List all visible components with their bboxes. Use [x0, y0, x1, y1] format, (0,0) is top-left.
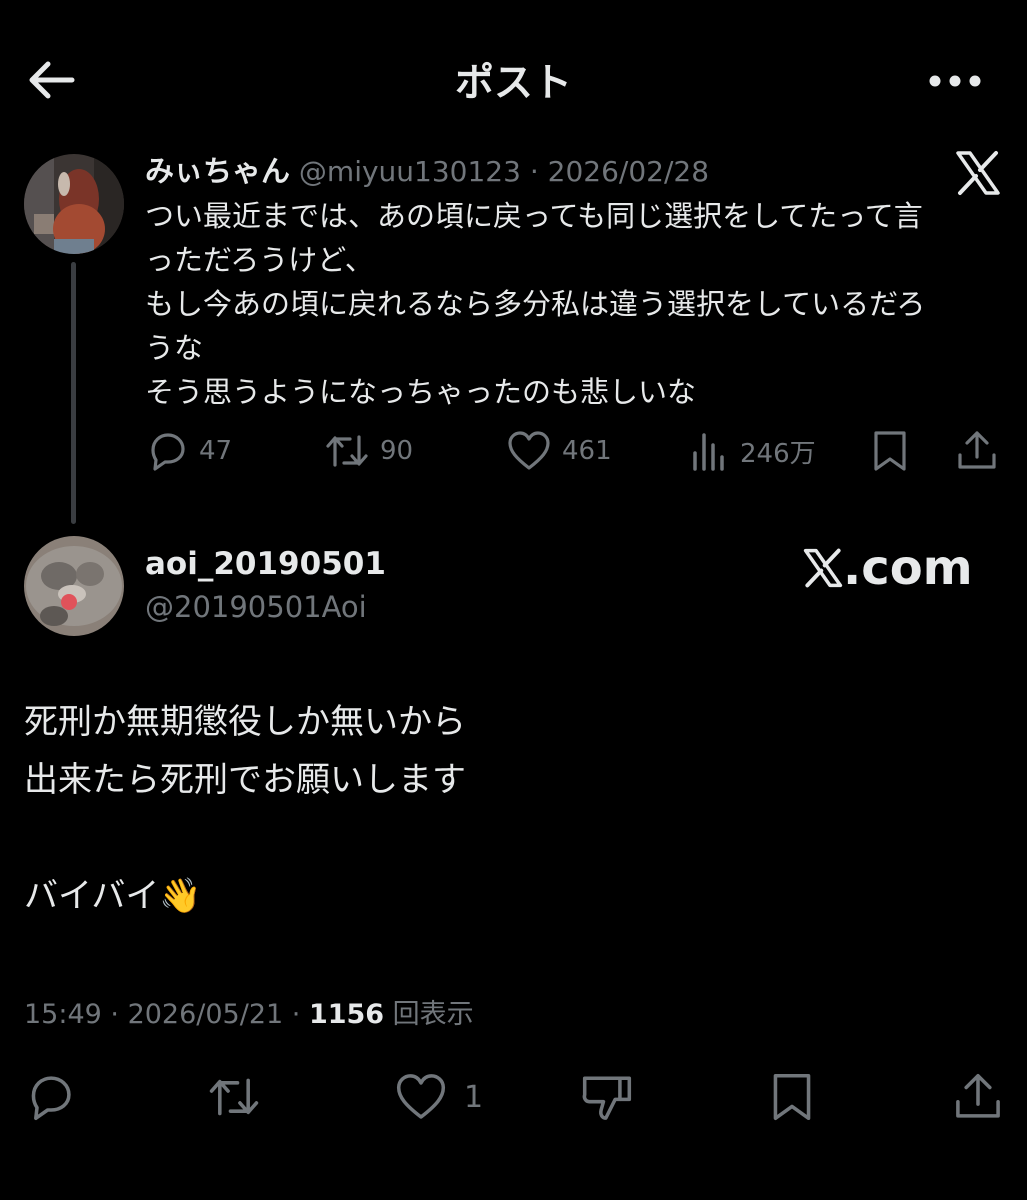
- quoted-display-name[interactable]: みぃちゃん: [145, 154, 290, 188]
- main-text-line: 出来たら死刑でお願いします: [24, 760, 466, 800]
- avatar-image-icon: [24, 154, 124, 254]
- x-logo-icon: [955, 150, 1001, 196]
- page-title: ポスト: [454, 61, 572, 106]
- share-icon: [958, 431, 996, 469]
- quoted-like-button[interactable]: 461: [506, 428, 612, 474]
- quoted-like-count: 461: [562, 436, 612, 466]
- main-text-line: バイバイ👋: [24, 876, 202, 916]
- main-text-line: 死刑か無期懲役しか無いから: [24, 702, 466, 742]
- quoted-handle[interactable]: @miyuu130123: [299, 155, 521, 188]
- views-icon: [693, 433, 724, 471]
- quoted-header: みぃちゃん @miyuu130123 · 2026/02/28: [145, 148, 709, 190]
- main-display-name[interactable]: aoi_20190501: [145, 546, 386, 582]
- main-text-line: [24, 809, 984, 867]
- meta-separator: ·: [283, 999, 309, 1030]
- reply-icon: [151, 433, 185, 471]
- quoted-text: つい最近までは、あの頃に戻っても同じ選択をしてたって言 っただろうけど、 もし今…: [145, 194, 1015, 414]
- bookmark-icon: [874, 431, 906, 471]
- main-metadata: 15:49 · 2026/05/21 · 1156 回表示: [24, 992, 474, 1031]
- meta-separator: ·: [101, 999, 128, 1030]
- view-count[interactable]: 1156: [309, 999, 384, 1030]
- like-icon: [396, 1074, 446, 1119]
- quoted-avatar[interactable]: [24, 154, 124, 254]
- main-avatar[interactable]: [24, 536, 124, 636]
- main-bookmark-button[interactable]: [768, 1070, 816, 1124]
- quoted-text-line: もし今あの頃に戻れるなら多分私は違う選択をしているだろ: [145, 287, 926, 321]
- quoted-views-button[interactable]: 246万: [690, 428, 816, 474]
- quoted-repost-button[interactable]: 90: [324, 428, 413, 474]
- quoted-view-count: 246万: [740, 438, 816, 469]
- main-like-button[interactable]: 1: [394, 1070, 483, 1124]
- main-text: 死刑か無期懲役しか無いから 出来たら死刑でお願いします バイバイ👋: [24, 693, 984, 925]
- main-like-count: 1: [464, 1079, 484, 1115]
- dislike-icon: [582, 1076, 632, 1120]
- quoted-text-line: そう思うようになっちゃったのも悲しいな: [145, 375, 697, 409]
- main-dislike-button[interactable]: [580, 1070, 634, 1124]
- thread-line: [71, 262, 76, 524]
- quoted-date[interactable]: 2026/02/28: [548, 155, 709, 188]
- watermark-text: .com: [843, 540, 973, 596]
- post-date: 2026/05/21: [127, 999, 284, 1030]
- quoted-text-line: っただろうけど、: [145, 243, 374, 277]
- quoted-share-button[interactable]: [955, 428, 999, 474]
- x-logo-icon: [803, 548, 843, 588]
- x-com-watermark: .com: [803, 540, 973, 596]
- share-icon: [956, 1073, 1000, 1118]
- quoted-text-line: つい最近までは、あの頃に戻っても同じ選択をしてたって言: [145, 199, 923, 233]
- avatar-image-icon: [24, 536, 124, 636]
- repost-icon: [209, 1078, 259, 1116]
- main-handle[interactable]: @20190501Aoi: [145, 590, 367, 624]
- like-icon: [508, 431, 550, 470]
- quoted-separator: ·: [520, 155, 548, 188]
- more-button[interactable]: [922, 60, 992, 102]
- main-share-button[interactable]: [952, 1070, 1004, 1124]
- post-time: 15:49: [24, 999, 102, 1030]
- main-reply-button[interactable]: [24, 1070, 76, 1124]
- main-repost-button[interactable]: [206, 1070, 262, 1124]
- quoted-bookmark-button[interactable]: [870, 428, 910, 474]
- repost-icon: [326, 435, 368, 467]
- bookmark-icon: [773, 1073, 811, 1121]
- quoted-text-line: うな: [145, 331, 204, 365]
- quoted-reply-button[interactable]: 47: [145, 428, 232, 474]
- view-label: 回表示: [384, 999, 474, 1030]
- quoted-reply-count: 47: [199, 436, 233, 466]
- more-icon: [929, 75, 981, 87]
- quoted-repost-count: 90: [380, 436, 414, 466]
- reply-icon: [31, 1076, 71, 1121]
